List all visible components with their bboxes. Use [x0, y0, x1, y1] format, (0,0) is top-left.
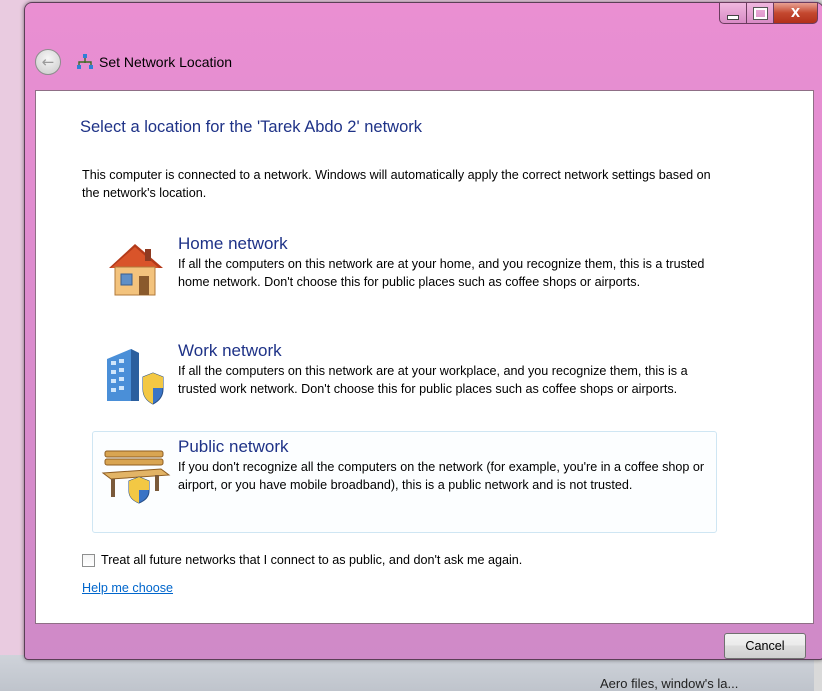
minimize-button[interactable]	[719, 2, 747, 24]
public-network-option[interactable]: Public network If you don't recognize al…	[92, 431, 717, 533]
page-heading: Select a location for the 'Tarek Abdo 2'…	[80, 118, 422, 136]
navigation-bar: ← Set Network Location	[35, 49, 232, 75]
content-panel: Select a location for the 'Tarek Abdo 2'…	[35, 90, 814, 624]
public-network-title: Public network	[178, 437, 289, 456]
network-icon	[77, 54, 93, 69]
back-button[interactable]: ←	[35, 49, 61, 75]
cancel-button[interactable]: Cancel	[724, 633, 806, 659]
treat-as-public-row: Treat all future networks that I connect…	[82, 553, 522, 567]
treat-as-public-checkbox[interactable]	[82, 553, 95, 567]
treat-as-public-label[interactable]: Treat all future networks that I connect…	[101, 553, 522, 567]
home-network-title: Home network	[178, 234, 288, 253]
work-network-description: If all the computers on this network are…	[178, 364, 688, 396]
home-network-icon	[109, 244, 163, 296]
window-title: Set Network Location	[99, 54, 233, 70]
close-icon: X	[790, 6, 801, 20]
work-network-icon	[107, 349, 164, 405]
maximize-icon	[752, 6, 768, 20]
home-network-description: If all the computers on this network are…	[178, 257, 705, 289]
public-network-description: If you don't recognize all the computers…	[178, 460, 705, 492]
help-me-choose-link[interactable]: Help me choose	[82, 581, 173, 595]
maximize-button[interactable]	[747, 2, 774, 24]
caption-buttons: X	[719, 2, 818, 24]
desktop-partial-text: Aero files, window's la...	[600, 676, 739, 691]
button-bar: Cancel	[35, 624, 812, 659]
close-button[interactable]: X	[774, 2, 818, 24]
home-network-option[interactable]: Home network If all the computers on thi…	[93, 229, 713, 329]
intro-text: This computer is connected to a network.…	[82, 168, 711, 200]
set-network-location-window: X ← Set Network Location Select a locati…	[24, 2, 822, 660]
work-network-option[interactable]: Work network If all the computers on thi…	[93, 336, 713, 436]
work-network-title: Work network	[178, 341, 282, 360]
minimize-icon	[727, 14, 739, 20]
public-network-icon	[101, 450, 171, 504]
back-arrow-icon: ←	[41, 52, 55, 71]
